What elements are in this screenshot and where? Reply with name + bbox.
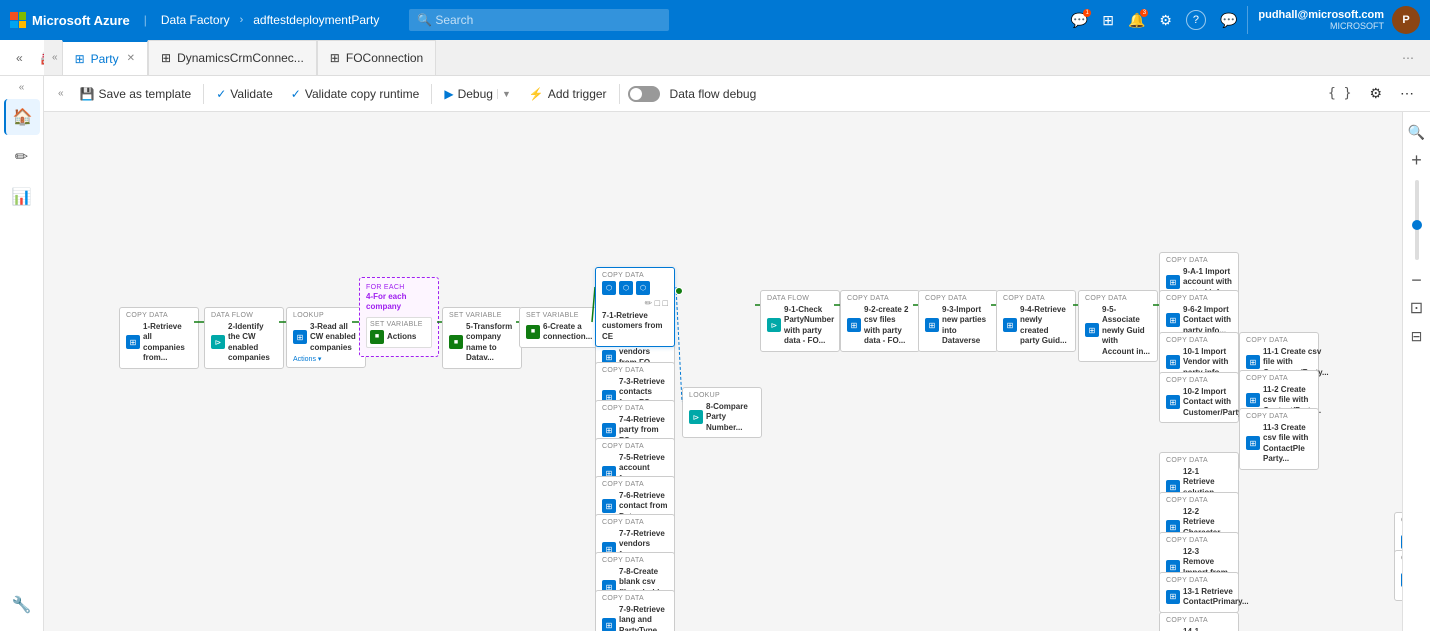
node-retrieve-lang[interactable]: Copy Data ⊞ 7-9-Retrieve lang and PartyT… [595,590,675,631]
avatar[interactable]: P [1392,6,1420,34]
top-bar: Microsoft Azure | Data Factory › adftest… [0,0,1430,40]
sidebar-item-home[interactable]: 🏠 [4,99,40,135]
sidebar-item-monitor[interactable]: 📊 [4,179,40,215]
notifications-icon[interactable]: 🔔3 [1128,12,1145,29]
sidebar-expand-icon[interactable]: « [17,80,27,95]
tab-dynamics-label: DynamicsCrmConnec... [177,51,304,65]
json-btn[interactable]: { } [1320,82,1359,105]
debug-icon: ▶ [444,87,453,101]
node-transform[interactable]: Set Variable ■ 5-Transform company name … [442,307,522,369]
minimap-btn[interactable]: ⊟ [1405,324,1429,348]
breadcrumb-arrow: › [240,14,244,26]
tab-more-btn[interactable]: ⋯ [1394,47,1422,69]
debug-btn[interactable]: ▶ Debug ▼ [436,83,519,105]
settings-icon[interactable]: ⚙ [1159,12,1172,29]
action-collapse-btn[interactable]: « [52,86,70,101]
tab-right-actions: ⋯ [1394,47,1430,69]
node-create-conn[interactable]: Set Variable ■ 6-Create a connection... [519,307,599,348]
node-import-contact-2[interactable]: Copy Data ⊞ 10-2 Import Contact with Cus… [1159,372,1239,423]
search-zoom-btn[interactable]: 🔍 [1405,120,1429,144]
debug-dropdown-icon[interactable]: ▼ [497,89,511,99]
toggle-dataflow-debug[interactable] [628,86,660,102]
top-icons: 💬1 ⊞ 🔔3 ⚙ ? 💬 [1071,10,1238,30]
node-create-csv-2[interactable]: Copy Data ⊞ 9-2-create 2 csv files with … [840,290,920,352]
tab-collapse-btn[interactable]: « [48,48,62,67]
user-section: pudhall@microsoft.com MICROSOFT P [1247,6,1420,34]
validate-copy-label: Validate copy runtime [305,87,420,101]
tab-dynamics-icon: ⊞ [161,51,171,65]
tab-party-icon: ⊞ [75,52,85,66]
node-csv-contactple[interactable]: Copy Data ⊞ 11-3 Create csv file with Co… [1239,408,1319,470]
help-icon[interactable]: ? [1186,10,1206,30]
sidebar-item-manage[interactable]: 🔧 [4,587,40,623]
sidebar-item-pencil[interactable]: ✏ [4,139,40,175]
validate-btn[interactable]: ✓ Validate [208,83,281,105]
filter-settings-btn[interactable]: ⚙ [1361,81,1390,106]
chat-icon[interactable]: 💬 [1220,12,1237,29]
save-template-btn[interactable]: 💾 Save as template [72,83,200,105]
node-associate-guid[interactable]: Copy Data ⊞ 9-5-Associate newly Guid wit… [1078,290,1158,362]
instance-name: adftestdeploymentParty [253,13,379,27]
zoom-in-btn[interactable]: + [1405,148,1429,172]
user-company: MICROSOFT [1258,21,1384,31]
azure-label: Microsoft Azure [32,13,130,28]
node-identify[interactable]: Data Flow ⊳ 2-Identify the CW enabled co… [204,307,284,369]
node-lookup[interactable]: Lookup ⊞ 3-Read all CW enabled companies… [286,307,366,368]
dataflow-debug-label: Data flow debug [670,87,757,101]
node-check-party[interactable]: Data Flow ⊳ 9-1-Check PartyNumber with p… [760,290,840,352]
add-trigger-btn[interactable]: ⚡ Add trigger [521,83,615,105]
feedback-icon[interactable]: 💬1 [1071,12,1088,29]
tab-dynamics[interactable]: ⊞ DynamicsCrmConnec... [148,40,317,75]
left-sidebar: « 🏠 ✏ 📊 🔧 [0,76,44,631]
save-template-label: Save as template [99,87,192,101]
zoom-track[interactable] [1415,180,1419,260]
action-more-btn[interactable]: ⋯ [1392,81,1422,106]
validate-copy-btn[interactable]: ✓ Validate copy runtime [283,83,428,105]
right-toolbar: 🔍 + − ⊡ ⊟ [1402,112,1430,631]
zoom-out-btn[interactable]: − [1405,268,1429,292]
node-retrieve-contact-person[interactable]: Copy Data ⊞ 14-1 Retrieve Contact Person… [1159,612,1239,631]
pipeline-canvas[interactable]: Copy Data ⊞ 1-Retrieve all companies fro… [44,112,1430,631]
validate-icon: ✓ [216,87,226,101]
search-icon: 🔍 [417,13,432,27]
df-breadcrumb[interactable]: Data Factory [161,13,230,27]
save-template-icon: 💾 [80,87,95,101]
tab-party-close[interactable]: ✕ [127,53,135,64]
node-import-parties[interactable]: Copy Data ⊞ 9-3-Import new parties into … [918,290,998,352]
add-trigger-label: Add trigger [548,87,607,101]
node-retrieve-contact-primary[interactable]: Copy Data ⊞ 13-1 Retrieve ContactPrimary… [1159,572,1239,613]
search-input[interactable] [409,9,669,31]
node-retrieve-guid[interactable]: Copy Data ⊞ 9-4-Retrieve newly created p… [996,290,1076,352]
add-trigger-icon: ⚡ [529,87,544,101]
tab-fo-icon: ⊞ [330,51,340,65]
node-foreach[interactable]: For Each 4-For each company Set Variable… [359,277,439,357]
portal-icon[interactable]: ⊞ [1102,12,1114,29]
validate-label: Validate [230,87,272,101]
tab-party-label: Party [91,52,119,66]
validate-copy-icon: ✓ [291,87,301,101]
debug-label: Debug [458,87,493,101]
tab-bar: « ⊞ Party ✕ ⊞ DynamicsCrmConnec... ⊞ FOC… [44,40,1430,76]
tab-fo[interactable]: ⊞ FOConnection [317,40,436,75]
tab-party[interactable]: ⊞ Party ✕ [62,40,148,75]
conn-dot-right [675,287,683,295]
zoom-thumb[interactable] [1412,220,1422,230]
tab-fo-label: FOConnection [346,51,423,65]
user-name: pudhall@microsoft.com [1258,9,1384,21]
toolbar-collapse-btn[interactable]: « [10,49,29,67]
node-retrieve-all[interactable]: Copy Data ⊞ 1-Retrieve all companies fro… [119,307,199,369]
node-retrieve-customers[interactable]: Copy Data ⬡ ⬡ ⬡ ✏ □ □ 7-1-Retrieve custo… [595,267,675,347]
action-toolbar: « 💾 Save as template ✓ Validate ✓ Valida… [44,76,1430,112]
ms-logo [10,12,26,28]
fit-screen-btn[interactable]: ⊡ [1405,296,1429,320]
node-compare[interactable]: Lookup ⊳ 8-Compare Party Number... [682,387,762,438]
